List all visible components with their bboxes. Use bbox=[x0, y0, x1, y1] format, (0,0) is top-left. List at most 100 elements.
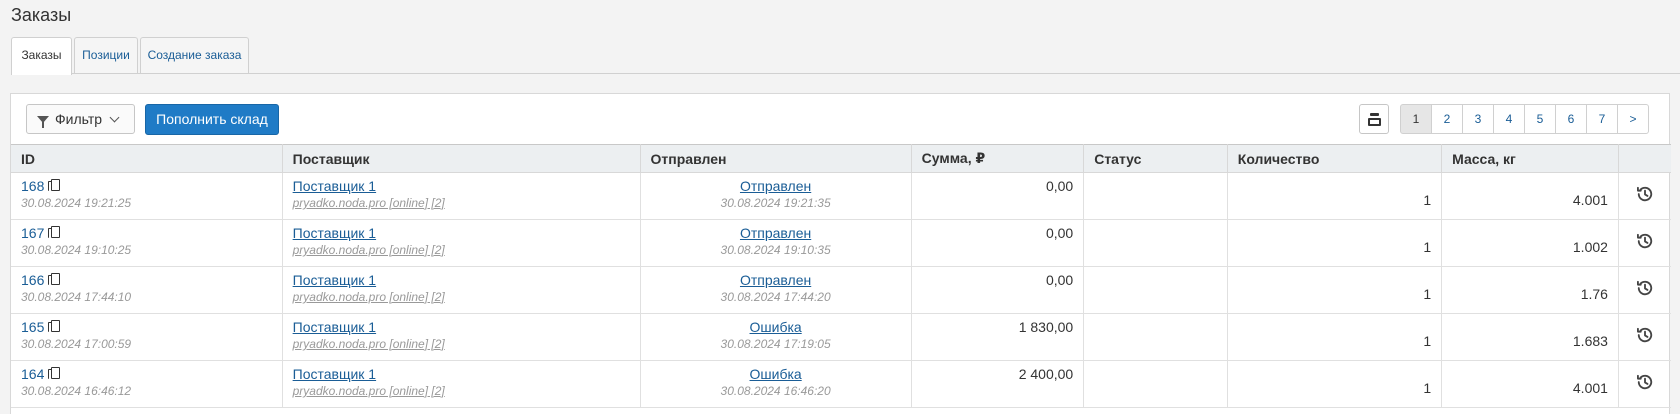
page-3[interactable]: 3 bbox=[1462, 104, 1494, 134]
cell-sum: 0,00 bbox=[910, 219, 1085, 267]
table-row: 164 30.08.2024 16:46:12 Поставщик 1 pryadko… bbox=[11, 360, 1671, 408]
supplier-link[interactable]: Поставщик 1 bbox=[293, 272, 376, 288]
filter-button[interactable]: Фильтр bbox=[26, 104, 135, 134]
order-id-link[interactable]: 166 bbox=[21, 272, 44, 288]
cell-sum: 0,00 bbox=[910, 172, 1085, 220]
cell-supplier: Поставщик 1 pryadko.noda.pro [online] [2] bbox=[281, 313, 641, 361]
tab-create-order[interactable]: Создание заказа bbox=[140, 37, 249, 73]
tab-orders[interactable]: Заказы bbox=[11, 37, 72, 75]
copy-icon[interactable] bbox=[48, 367, 61, 380]
cell-id: 166 30.08.2024 17:44:10 bbox=[11, 266, 283, 314]
cell-supplier: Поставщик 1 pryadko.noda.pro [online] [2] bbox=[281, 172, 641, 220]
sent-status-link[interactable]: Отправлен bbox=[740, 272, 811, 288]
col-sent[interactable]: Отправлен bbox=[639, 144, 912, 173]
sent-status-link[interactable]: Отправлен bbox=[740, 178, 811, 194]
order-created: 30.08.2024 17:00:59 bbox=[21, 337, 132, 351]
col-status[interactable]: Статус bbox=[1083, 144, 1228, 173]
tab-positions[interactable]: Позиции bbox=[74, 37, 138, 73]
page-next[interactable]: > bbox=[1617, 104, 1649, 134]
cell-sum: 1 830,00 bbox=[910, 313, 1085, 361]
cell-quantity: 1 bbox=[1226, 219, 1443, 267]
weight-button[interactable] bbox=[1359, 104, 1389, 134]
copy-icon[interactable] bbox=[48, 179, 61, 192]
supplier-source[interactable]: pryadko.noda.pro [online] [2] bbox=[293, 337, 630, 351]
cell-sent: Отправлен 30.08.2024 19:21:35 bbox=[639, 172, 912, 220]
cell-id: 167 30.08.2024 19:10:25 bbox=[11, 219, 283, 267]
cell-supplier: Поставщик 1 pryadko.noda.pro [online] [2] bbox=[281, 266, 641, 314]
sent-time: 30.08.2024 17:44:20 bbox=[720, 290, 831, 304]
page-6[interactable]: 6 bbox=[1555, 104, 1587, 134]
sent-time: 30.08.2024 19:21:35 bbox=[720, 196, 831, 210]
supplier-source[interactable]: pryadko.noda.pro [online] [2] bbox=[293, 243, 630, 257]
supplier-link[interactable]: Поставщик 1 bbox=[293, 319, 376, 335]
history-icon[interactable] bbox=[1635, 184, 1655, 204]
cell-actions bbox=[1617, 360, 1671, 408]
cell-sent: Ошибка 30.08.2024 16:46:20 bbox=[639, 360, 912, 408]
order-created: 30.08.2024 19:10:25 bbox=[21, 243, 132, 257]
copy-icon[interactable] bbox=[48, 226, 61, 239]
history-icon[interactable] bbox=[1635, 231, 1655, 251]
supplier-source[interactable]: pryadko.noda.pro [online] [2] bbox=[293, 384, 630, 398]
cell-status bbox=[1083, 360, 1228, 408]
supplier-link[interactable]: Поставщик 1 bbox=[293, 366, 376, 382]
cell-actions bbox=[1617, 266, 1671, 314]
history-icon[interactable] bbox=[1635, 278, 1655, 298]
page-4[interactable]: 4 bbox=[1493, 104, 1525, 134]
page-7[interactable]: 7 bbox=[1586, 104, 1618, 134]
chevron-down-icon bbox=[109, 112, 120, 123]
page-1[interactable]: 1 bbox=[1400, 104, 1432, 134]
col-supplier[interactable]: Поставщик bbox=[281, 144, 641, 173]
cell-mass: 4.001 bbox=[1441, 360, 1619, 408]
cell-sum: 0,00 bbox=[910, 266, 1085, 314]
col-id[interactable]: ID bbox=[11, 144, 283, 173]
supplier-link[interactable]: Поставщик 1 bbox=[293, 178, 376, 194]
page-2[interactable]: 2 bbox=[1431, 104, 1463, 134]
history-icon[interactable] bbox=[1635, 372, 1655, 392]
supplier-link[interactable]: Поставщик 1 bbox=[293, 225, 376, 241]
table-row: 165 30.08.2024 17:00:59 Поставщик 1 pryadko… bbox=[11, 313, 1671, 361]
sent-status-link[interactable]: Ошибка bbox=[750, 366, 802, 382]
supplier-source[interactable]: pryadko.noda.pro [online] [2] bbox=[293, 196, 630, 210]
col-sum[interactable]: Сумма, ₽ bbox=[910, 144, 1085, 173]
cell-sent: Ошибка 30.08.2024 17:19:05 bbox=[639, 313, 912, 361]
cell-status bbox=[1083, 313, 1228, 361]
restock-button[interactable]: Пополнить склад bbox=[145, 104, 279, 135]
order-created: 30.08.2024 16:46:12 bbox=[21, 384, 132, 398]
col-quantity[interactable]: Количество bbox=[1226, 144, 1443, 173]
copy-icon[interactable] bbox=[48, 320, 61, 333]
cell-supplier: Поставщик 1 pryadko.noda.pro [online] [2] bbox=[281, 360, 641, 408]
filter-icon bbox=[37, 115, 49, 128]
cell-id: 168 30.08.2024 19:21:25 bbox=[11, 172, 283, 220]
supplier-source[interactable]: pryadko.noda.pro [online] [2] bbox=[293, 290, 630, 304]
order-id-link[interactable]: 164 bbox=[21, 366, 44, 382]
orders-table: ID Поставщик Отправлен Сумма, ₽ Статус К… bbox=[11, 144, 1671, 408]
cell-mass: 1.002 bbox=[1441, 219, 1619, 267]
cell-mass: 1.76 bbox=[1441, 266, 1619, 314]
cell-id: 164 30.08.2024 16:46:12 bbox=[11, 360, 283, 408]
col-mass[interactable]: Масса, кг bbox=[1441, 144, 1619, 173]
cell-quantity: 1 bbox=[1226, 266, 1443, 314]
sent-status-link[interactable]: Отправлен bbox=[740, 225, 811, 241]
page-5[interactable]: 5 bbox=[1524, 104, 1556, 134]
cell-quantity: 1 bbox=[1226, 360, 1443, 408]
sent-time: 30.08.2024 16:46:20 bbox=[720, 384, 831, 398]
sent-time: 30.08.2024 19:10:35 bbox=[720, 243, 831, 257]
cell-actions bbox=[1617, 313, 1671, 361]
cell-sent: Отправлен 30.08.2024 19:10:35 bbox=[639, 219, 912, 267]
cell-status bbox=[1083, 266, 1228, 314]
table-row: 167 30.08.2024 19:10:25 Поставщик 1 pryadko… bbox=[11, 219, 1671, 267]
order-id-link[interactable]: 167 bbox=[21, 225, 44, 241]
copy-icon[interactable] bbox=[48, 273, 61, 286]
cell-sum: 2 400,00 bbox=[910, 360, 1085, 408]
order-id-link[interactable]: 165 bbox=[21, 319, 44, 335]
cell-status bbox=[1083, 172, 1228, 220]
cell-actions bbox=[1617, 219, 1671, 267]
history-icon[interactable] bbox=[1635, 325, 1655, 345]
table-header: ID Поставщик Отправлен Сумма, ₽ Статус К… bbox=[11, 144, 1671, 173]
weight-icon bbox=[1370, 113, 1379, 116]
sent-status-link[interactable]: Ошибка bbox=[750, 319, 802, 335]
cell-quantity: 1 bbox=[1226, 313, 1443, 361]
orders-panel: Фильтр Пополнить склад 1 2 3 4 5 6 7 > ID Поста… bbox=[10, 93, 1671, 414]
order-id-link[interactable]: 168 bbox=[21, 178, 44, 194]
cell-mass: 4.001 bbox=[1441, 172, 1619, 220]
